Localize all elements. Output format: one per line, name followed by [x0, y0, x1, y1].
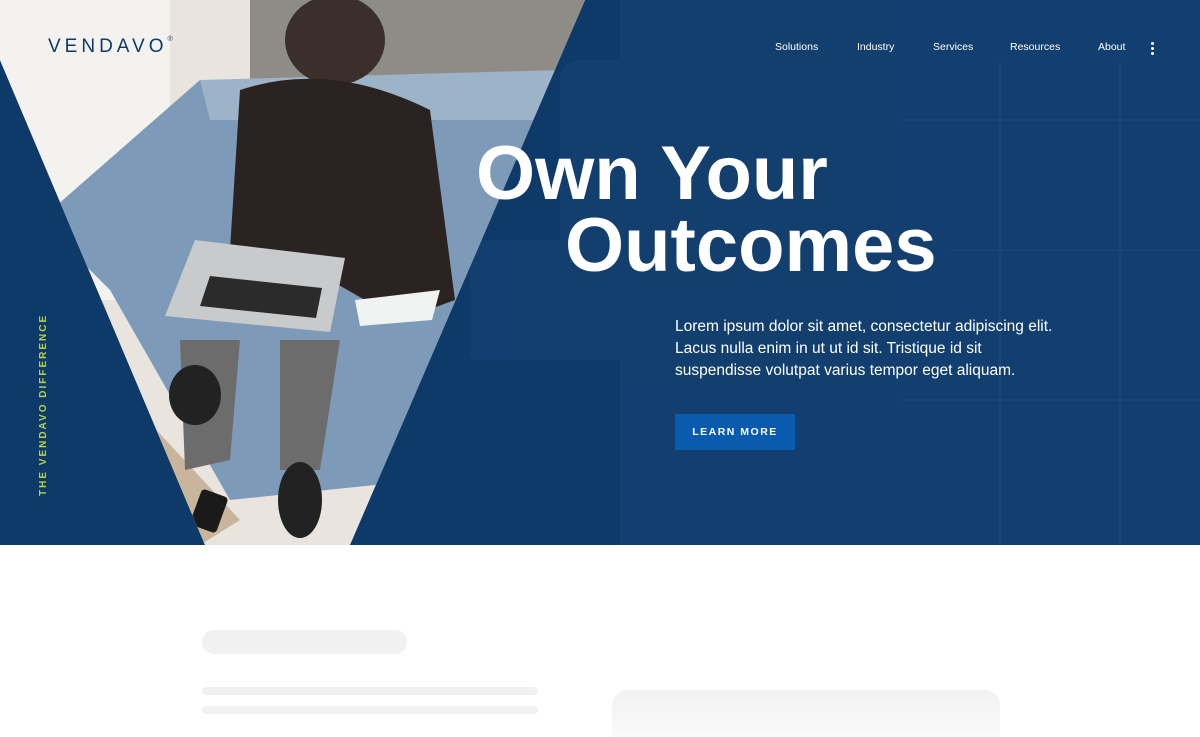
headline-line-1: Own Your: [476, 131, 828, 216]
skeleton-line: [202, 706, 538, 714]
headline-line-2: Outcomes: [565, 203, 937, 288]
nav-item-services[interactable]: Services: [933, 41, 973, 53]
hero-lead-text: Lorem ipsum dolor sit amet, consectetur …: [675, 318, 1053, 379]
learn-more-button[interactable]: LEARN MORE: [675, 414, 795, 450]
kebab-menu-icon[interactable]: [1147, 41, 1157, 55]
nav-item-about[interactable]: About: [1098, 41, 1125, 53]
side-tagline: THE VENDAVO DIFFERENCE: [38, 313, 49, 496]
hero-section: VENDAVO® Solutions Industry Services Res…: [0, 0, 1200, 545]
nav-item-resources[interactable]: Resources: [1010, 41, 1060, 53]
nav-item-industry[interactable]: Industry: [857, 41, 894, 53]
skeleton-title: [202, 630, 407, 654]
nav-item-solutions[interactable]: Solutions: [775, 41, 818, 53]
skeleton-card: [612, 690, 1000, 737]
skeleton-line: [202, 687, 538, 695]
main-nav: Solutions Industry Services Resources Ab…: [0, 41, 1200, 55]
